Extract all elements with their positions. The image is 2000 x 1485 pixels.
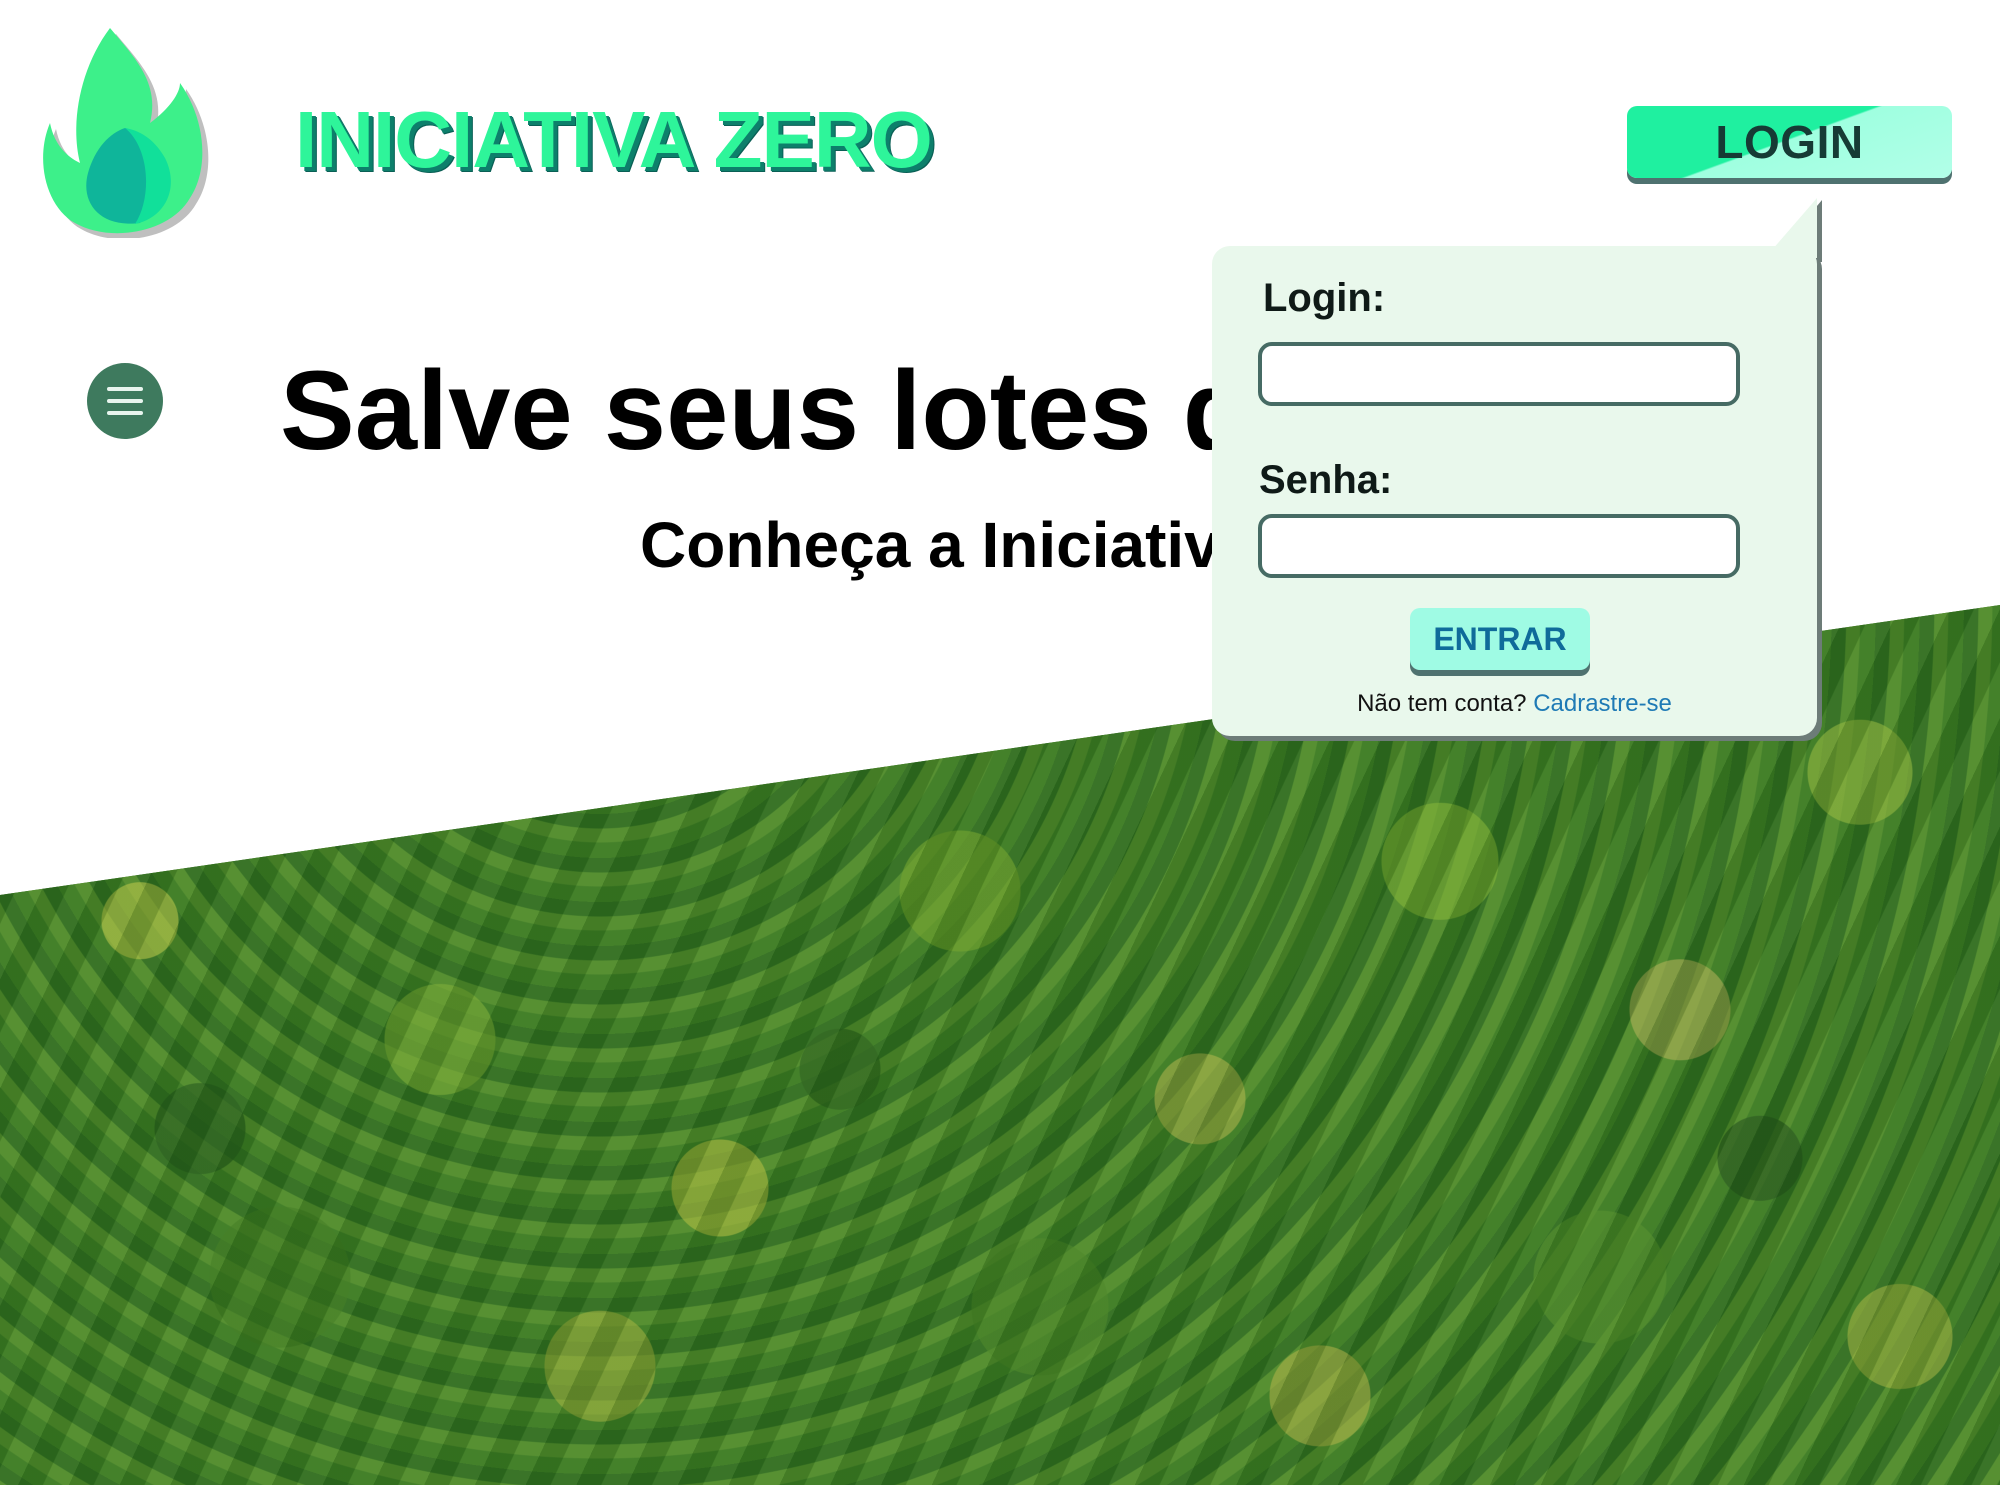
brand-name[interactable]: INICIATIVA ZERO [295,100,933,180]
enter-button[interactable]: ENTRAR [1410,608,1590,670]
login-button[interactable]: LOGIN [1627,106,1952,178]
hamburger-menu-icon[interactable] [87,363,163,439]
login-input[interactable] [1258,342,1740,406]
signup-prompt-text: Não tem conta? [1357,690,1527,717]
password-label: Senha: [1259,458,1393,502]
flame-leaf-logo-icon [43,28,209,238]
forest-texture [0,605,2000,1485]
menu-bar [107,411,143,415]
password-input[interactable] [1258,514,1740,578]
menu-bar [107,399,143,403]
hero-subheadline: Conheça a Iniciativ [640,509,1220,581]
popover-tail [1765,198,1817,258]
menu-bar [107,387,143,391]
signup-prompt: Não tem conta? Cadrastre-se [1212,690,1817,718]
signup-link[interactable]: Cadrastre-se [1533,690,1672,717]
login-label: Login: [1263,276,1386,320]
hero-headline: Salve seus lotes d [280,348,1252,473]
